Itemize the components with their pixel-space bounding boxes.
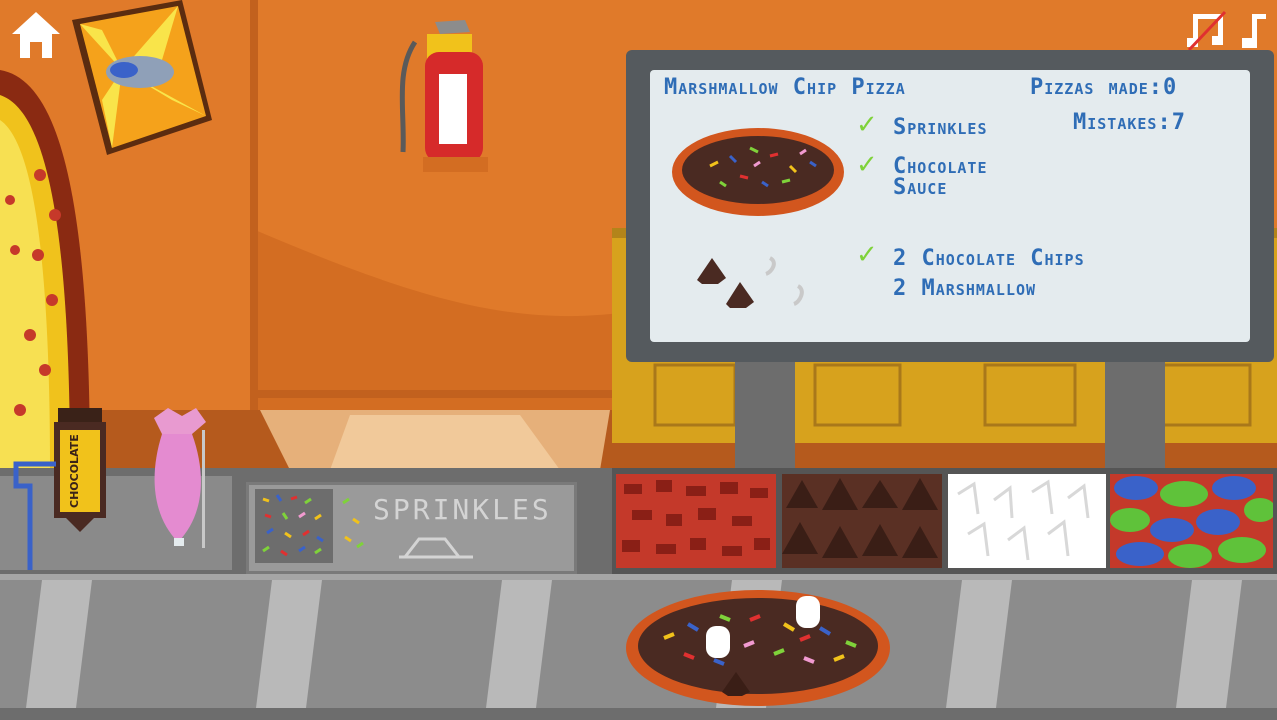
check-mark-icon: ✓	[856, 150, 878, 180]
sauce-pipe	[13, 461, 56, 570]
order-item-chocolate-chips: 2 Chocolate Chips	[893, 246, 1085, 271]
wall-poster	[72, 0, 212, 155]
check-mark-icon: ✓	[856, 110, 878, 140]
home-icon	[12, 12, 60, 58]
sound-toggle-button[interactable]	[1238, 10, 1270, 52]
order-item-marshmallow: 2 Marshmallow	[893, 276, 1037, 301]
pizzas-made-value: 0	[1163, 75, 1178, 100]
mistakes-value: 7	[1171, 110, 1186, 135]
current-pizza-icon	[626, 590, 890, 706]
music-toggle-button[interactable]	[1185, 10, 1230, 52]
order-toppings-preview	[697, 256, 804, 308]
sprinkles-label: SPRINKLES	[373, 493, 552, 526]
check-mark-icon: ✓	[856, 240, 878, 270]
marshmallows-icon	[957, 479, 1090, 561]
mistakes-label: Mistakes:7	[1073, 110, 1186, 135]
sprinkles-shaker-icon	[399, 537, 473, 559]
chocolate-chips-bin[interactable]	[782, 474, 942, 568]
pepperoni-icon	[622, 480, 770, 556]
chocolate-bottle-label: CHOCOLATE	[68, 434, 81, 508]
order-item-chocolate-sauce: Chocolate Sauce	[893, 154, 988, 200]
pizza-name: Marshmallow Chip Pizza	[664, 75, 906, 100]
order-item-sprinkles: Sprinkles	[893, 115, 988, 140]
marshmallows-bin[interactable]	[948, 474, 1106, 568]
sprinkles-falling	[342, 497, 364, 549]
pizzas-made-text: Pizzas made:	[1030, 75, 1164, 100]
order-item-chocolate-line1: Chocolate	[893, 154, 988, 179]
current-pizza[interactable]	[624, 588, 894, 708]
jelly-beans-bin[interactable]	[1110, 474, 1273, 568]
mistakes-text: Mistakes:	[1073, 110, 1172, 135]
pizzas-made-label: Pizzas made:0	[1030, 75, 1177, 100]
jelly-beans-icon	[1110, 476, 1273, 568]
icing-bag-icon	[154, 408, 206, 548]
home-button[interactable]	[10, 10, 62, 60]
fire-extinguisher	[399, 20, 488, 172]
order-item-chocolate-line2: Sauce	[893, 175, 948, 200]
music-muted-icon	[1187, 10, 1227, 52]
sprinkles-jar-icon	[255, 489, 333, 563]
chocolate-chips-icon	[782, 478, 938, 558]
chocolate-sauce-bottle[interactable]: CHOCOLATE	[52, 408, 108, 532]
order-board-posts	[735, 355, 1165, 475]
order-pizza-preview	[672, 128, 844, 216]
pepperoni-bin[interactable]	[616, 474, 776, 568]
sprinkles-station[interactable]: SPRINKLES	[246, 482, 577, 574]
icing-bag[interactable]	[148, 408, 208, 548]
music-note-icon	[1242, 14, 1266, 48]
